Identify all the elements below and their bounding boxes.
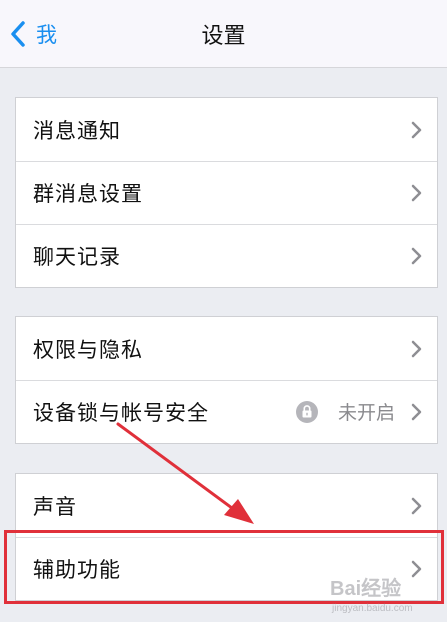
chevron-right-icon [411, 560, 422, 577]
lock-icon [296, 400, 318, 423]
settings-row-sound[interactable]: 声音 [16, 474, 437, 537]
settings-group-privacy: 权限与隐私 设备锁与帐号安全 未开启 [15, 316, 438, 444]
status-value: 未开启 [337, 402, 395, 424]
row-label: 群消息设置 [33, 181, 143, 206]
chevron-right-icon [411, 403, 422, 420]
row-label: 辅助功能 [33, 557, 121, 582]
settings-row-group-message-settings[interactable]: 群消息设置 [16, 161, 437, 224]
row-label: 权限与隐私 [33, 337, 143, 362]
baidu-watermark-url: jingyan.baidu.com [332, 603, 413, 614]
chevron-right-icon [411, 121, 422, 138]
settings-group-messages: 消息通知 群消息设置 聊天记录 [15, 97, 438, 288]
settings-group-sound: 声音 辅助功能 [15, 473, 438, 601]
settings-row-device-lock-account-security[interactable]: 设备锁与帐号安全 未开启 [16, 380, 437, 443]
settings-row-accessibility[interactable]: 辅助功能 [16, 537, 437, 600]
row-label: 聊天记录 [33, 244, 121, 269]
row-label: 消息通知 [33, 118, 121, 143]
settings-row-chat-history[interactable]: 聊天记录 [16, 224, 437, 287]
chevron-right-icon [411, 184, 422, 201]
chevron-right-icon [411, 340, 422, 357]
settings-row-message-notifications[interactable]: 消息通知 [16, 98, 437, 161]
row-label: 设备锁与帐号安全 [33, 400, 209, 425]
settings-row-permissions-privacy[interactable]: 权限与隐私 [16, 317, 437, 380]
chevron-right-icon [411, 497, 422, 514]
page-title: 设置 [201, 24, 246, 49]
row-label: 声音 [33, 494, 77, 519]
chevron-right-icon [411, 247, 422, 264]
navigation-bar: 我 设置 [0, 0, 447, 68]
